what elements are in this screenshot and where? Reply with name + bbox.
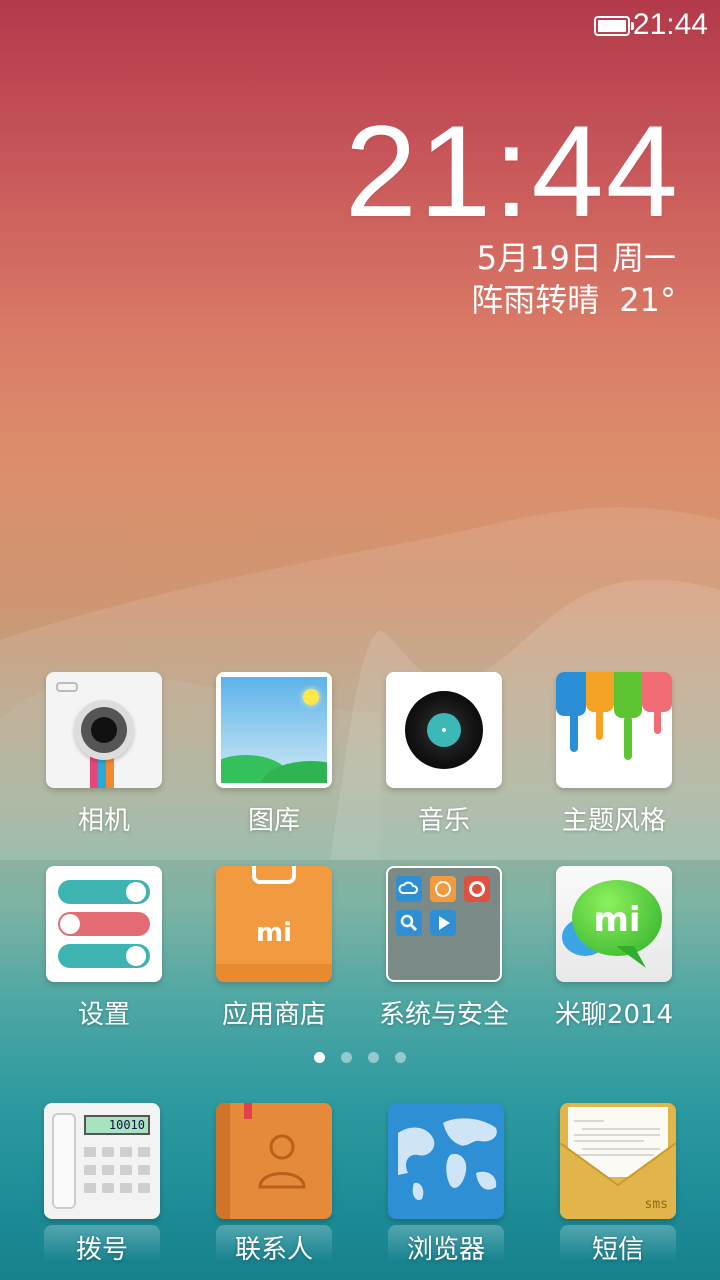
app-label: 应用商店 bbox=[221, 1000, 326, 1030]
phone-icon: 10010 bbox=[44, 1103, 160, 1219]
contacts-icon bbox=[216, 1103, 332, 1219]
app-miliao[interactable]: mi 米聊2014 bbox=[529, 866, 699, 1046]
battery-full-icon bbox=[594, 16, 634, 36]
app-camera[interactable]: 相机 bbox=[19, 672, 189, 852]
page-dot-1[interactable] bbox=[314, 1052, 325, 1063]
app-label: 主题风格 bbox=[561, 806, 666, 836]
app-store[interactable]: mi 应用商店 bbox=[189, 866, 359, 1046]
dock-sms[interactable]: sms 短信 bbox=[533, 1103, 703, 1273]
page-dot-4[interactable] bbox=[395, 1052, 406, 1063]
clock-time[interactable]: 21:44 bbox=[345, 106, 680, 236]
app-label: 浏览器 bbox=[406, 1235, 485, 1265]
clock-date: 5月19日 周一 bbox=[476, 239, 676, 277]
play-icon bbox=[430, 910, 456, 936]
weather-temperature: 21° bbox=[619, 281, 676, 319]
dock-phone[interactable]: 10010 拨号 bbox=[17, 1103, 187, 1273]
app-themes[interactable]: 主题风格 bbox=[529, 672, 699, 852]
status-time: 21:44 bbox=[632, 8, 708, 41]
folder-icon bbox=[386, 866, 502, 982]
app-settings[interactable]: 设置 bbox=[19, 866, 189, 1046]
app-music[interactable]: 音乐 bbox=[359, 672, 529, 852]
page-dot-3[interactable] bbox=[368, 1052, 379, 1063]
status-bar: 21:44 bbox=[0, 0, 720, 52]
weather-condition: 阵雨转晴 bbox=[471, 281, 600, 319]
mi-red-icon bbox=[464, 876, 490, 902]
folder-system-security[interactable]: 系统与安全 bbox=[359, 866, 529, 1046]
weather-info[interactable]: 阵雨转晴 21° bbox=[471, 280, 676, 320]
app-label: 音乐 bbox=[417, 806, 470, 836]
page-indicator bbox=[0, 1048, 720, 1067]
app-label: 图库 bbox=[247, 806, 300, 836]
dial-display: 10010 bbox=[84, 1115, 150, 1135]
dock-browser[interactable]: 浏览器 bbox=[361, 1103, 531, 1273]
app-label: 相机 bbox=[77, 806, 130, 836]
music-icon bbox=[386, 672, 502, 788]
app-label: 米聊2014 bbox=[554, 1000, 674, 1030]
settings-icon bbox=[46, 866, 162, 982]
gallery-icon bbox=[216, 672, 332, 788]
mi-logo: mi bbox=[593, 900, 641, 940]
app-store-icon: mi bbox=[216, 866, 332, 982]
app-label: 设置 bbox=[77, 1000, 130, 1030]
dock-contacts[interactable]: 联系人 bbox=[189, 1103, 359, 1273]
app-label: 联系人 bbox=[234, 1235, 313, 1265]
app-label: 系统与安全 bbox=[378, 1000, 509, 1030]
themes-icon bbox=[556, 672, 672, 788]
browser-icon bbox=[388, 1103, 504, 1219]
app-gallery[interactable]: 图库 bbox=[189, 672, 359, 852]
page-dot-2[interactable] bbox=[341, 1052, 352, 1063]
camera-icon bbox=[46, 672, 162, 788]
sms-badge: sms bbox=[644, 1197, 668, 1212]
app-label: 短信 bbox=[591, 1235, 644, 1265]
mi-circle-icon bbox=[430, 876, 456, 902]
mi-logo: mi bbox=[255, 918, 292, 948]
sms-icon: sms bbox=[560, 1103, 676, 1219]
search-icon bbox=[396, 910, 422, 936]
miliao-icon: mi bbox=[556, 866, 672, 982]
cloud-icon bbox=[396, 876, 422, 902]
app-label: 拨号 bbox=[75, 1235, 128, 1265]
